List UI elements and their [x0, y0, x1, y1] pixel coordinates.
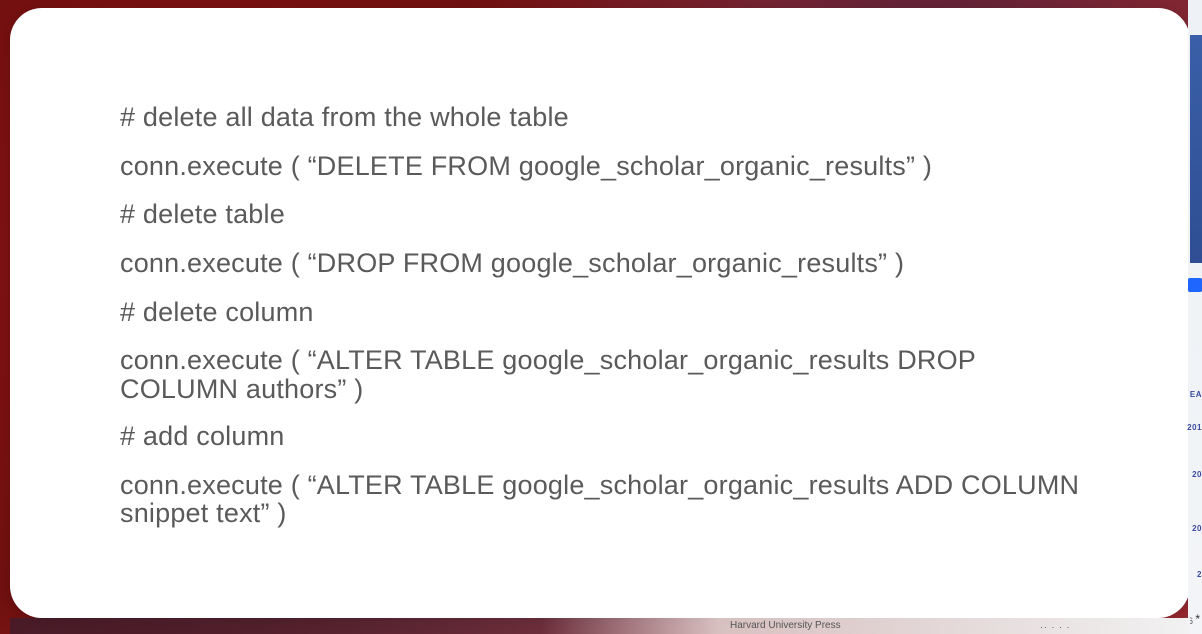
peek-label: 20 — [1192, 524, 1202, 533]
code-line: # delete column — [120, 298, 1090, 328]
peek-star-icon: * — [1195, 612, 1200, 626]
peek-label: 201 — [1187, 423, 1202, 432]
peek-blue-button — [1188, 278, 1202, 292]
right-edge-peek: EA 201 20 20 2 76 * — [1188, 0, 1202, 634]
code-line: conn.execute ( “DROP FROM google_scholar… — [120, 249, 1090, 279]
code-block: # delete all data from the whole table c… — [120, 103, 1090, 528]
bottom-background-strip: Harvard University Press ·· · · · — [10, 618, 1190, 634]
peek-label: EA — [1190, 390, 1202, 399]
code-line: conn.execute ( “ALTER TABLE google_schol… — [120, 346, 1090, 403]
code-line: conn.execute ( “DELETE FROM google_schol… — [120, 152, 1090, 182]
publisher-text: Harvard University Press — [730, 620, 841, 631]
peek-label: 2 — [1197, 570, 1202, 579]
code-line: conn.execute ( “ALTER TABLE google_schol… — [120, 471, 1090, 528]
code-line: # add column — [120, 422, 1090, 452]
code-line: # delete all data from the whole table — [120, 103, 1090, 133]
peek-blue-panel — [1190, 35, 1202, 263]
content-card: # delete all data from the whole table c… — [10, 8, 1190, 618]
peek-label: 20 — [1192, 470, 1202, 479]
decorative-dots: ·· · · · — [1040, 622, 1071, 632]
code-line: # delete table — [120, 200, 1090, 230]
